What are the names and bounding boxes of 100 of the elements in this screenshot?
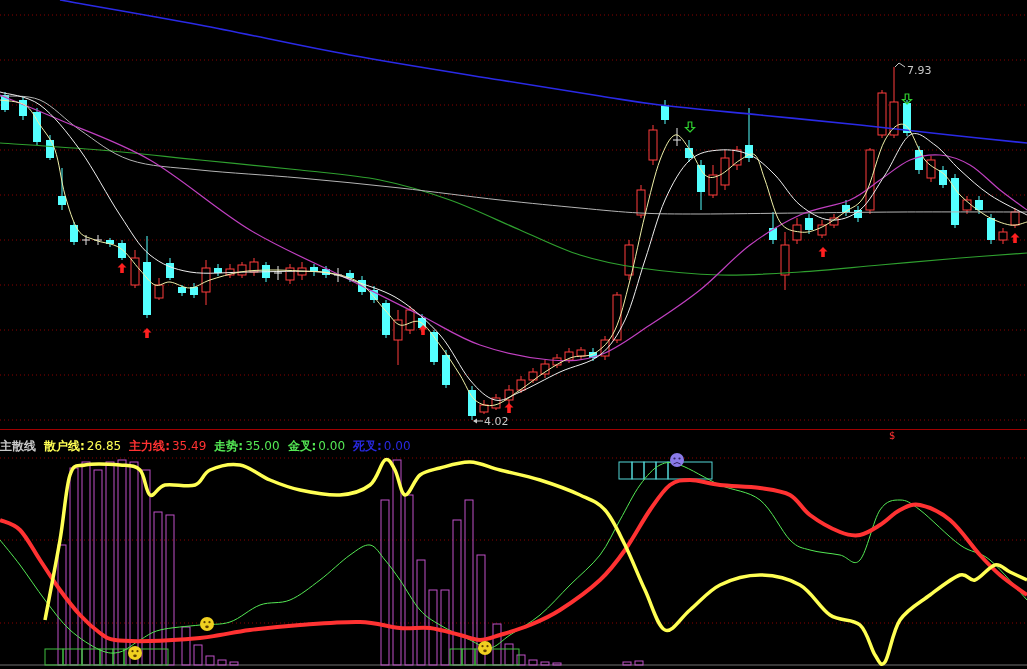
candlestick [926,155,936,183]
candlestick [600,335,610,361]
candlestick [672,127,682,147]
up-arrow-icon [117,263,127,273]
candlestick [745,107,753,163]
candlestick [46,134,54,161]
candlestick [962,195,972,215]
candlestick [70,221,78,246]
candlestick [19,95,27,121]
histogram-bar [552,662,562,666]
candlestick [612,291,622,344]
candlestick [237,261,247,279]
face-icon [128,646,142,660]
candlestick [33,107,41,146]
histogram-bar [181,626,191,666]
candlestick [81,234,91,246]
candlestick [442,349,450,389]
candlestick [817,219,827,239]
candlestick [273,265,283,281]
candlestick [479,399,489,415]
candlestick [491,393,501,411]
signal-box [631,461,645,480]
signal-box [44,648,64,666]
legend-label: 主散线 [0,440,36,453]
down-arrow-icon [901,93,913,105]
candlestick [58,167,66,211]
histogram-bar [217,659,227,666]
candlestick [975,195,983,215]
candlestick [624,239,634,281]
candlestick [829,213,839,229]
legend-value: 0.00 [318,440,346,453]
histogram-bar [540,661,550,666]
candlestick [201,259,211,306]
candlestick [358,275,366,296]
candlestick [987,213,995,245]
histogram-bar [504,643,514,666]
histogram-bar [193,644,203,666]
candlestick [430,329,438,366]
candlestick [166,257,174,281]
histogram-bar [622,661,632,666]
candlestick [225,263,235,279]
candlestick [939,165,947,189]
candlestick [346,269,354,283]
legend-value: 0.00 [383,440,411,453]
up-arrow-icon [504,403,514,413]
candlestick [285,263,295,285]
candlestick [540,359,550,379]
candlestick [130,249,140,289]
candlestick [382,299,390,339]
candlestick [708,164,718,199]
legend-label: 主力线: [129,440,170,453]
legend-label: 金叉: [287,440,317,453]
candlestick [393,309,403,366]
signal-box [449,648,463,666]
up-arrow-icon [418,325,428,335]
signal-box [643,461,657,480]
legend-value: 26.85 [86,440,122,453]
candlestick [370,285,378,304]
candlestick [854,205,862,223]
signal-box [81,648,101,666]
candlestick [262,261,270,283]
candlestick [178,284,186,297]
up-arrow-icon [818,247,828,257]
candlestick [576,346,586,360]
up-arrow-icon [142,328,152,338]
candlestick [333,267,343,283]
face-icon [200,617,214,631]
candlestick [106,237,114,248]
candlestick [118,239,126,261]
leader-arrow [473,418,484,424]
candlestick [636,184,646,219]
candlestick [1,91,9,113]
candlestick [661,99,669,125]
candlestick [528,367,538,384]
candlestick [780,231,790,291]
histogram-bar [528,659,538,666]
candlestick [697,159,705,211]
signal-box [618,461,633,480]
candlestick [769,211,777,245]
candlestick [792,217,802,245]
histogram-bar [205,655,215,666]
candlestick [214,263,222,277]
leader-line [894,62,906,68]
candlestick [998,227,1008,245]
candlestick [93,234,103,246]
signal-box [62,648,83,666]
up-arrow-icon [1010,233,1020,243]
signal-mark: $ [889,430,896,440]
candlestick [805,213,813,235]
down-arrow-icon [684,121,696,133]
candlestick [903,99,911,137]
histogram-bar [492,623,502,666]
candlestick [915,145,923,175]
histogram-bar [634,660,644,666]
legend-value: 35.49 [172,440,207,453]
candlestick [589,347,597,362]
candlestick [322,265,330,279]
candlestick [190,282,198,299]
candlestick [685,139,693,163]
candlestick [249,257,259,277]
